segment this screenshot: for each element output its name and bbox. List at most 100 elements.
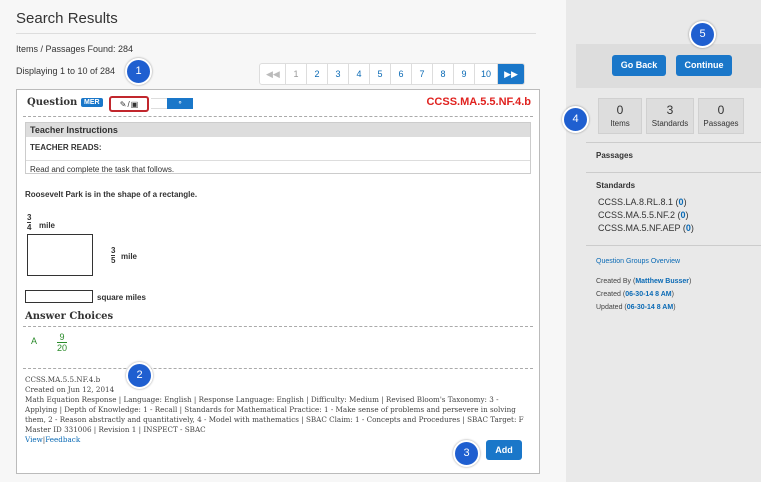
meta-details: Math Equation Response | Language: Engli… bbox=[25, 395, 524, 424]
fraction-height: 3 5 bbox=[111, 246, 116, 265]
page-2-button[interactable]: 2 bbox=[307, 64, 328, 84]
go-back-button[interactable]: Go Back bbox=[612, 55, 666, 76]
answer-unit: square miles bbox=[97, 293, 146, 302]
callout-badge: 1 bbox=[125, 58, 152, 85]
view-link[interactable]: View bbox=[25, 435, 43, 444]
numerator: 9 bbox=[59, 332, 65, 342]
meta-code: CCSS.MA.5.5.NF.4.b bbox=[25, 375, 101, 384]
items-label: Items bbox=[610, 119, 630, 128]
standard-code: CCSS.MA.5.5.NF.2 bbox=[598, 210, 676, 220]
created-by: Created By (Matthew Busser) bbox=[596, 278, 692, 285]
created-by-label: Created By bbox=[596, 278, 632, 285]
continue-button[interactable]: Continue bbox=[676, 55, 732, 76]
standard-item[interactable]: CCSS.MA.5.5.NF.2 (0) bbox=[598, 210, 689, 220]
standard-count[interactable]: 0 bbox=[681, 210, 686, 220]
first-page-button[interactable]: ◀◀ bbox=[260, 64, 286, 84]
page-6-button[interactable]: 6 bbox=[391, 64, 412, 84]
page-9-button[interactable]: 9 bbox=[454, 64, 475, 84]
standard-code: CCSS.MA.5.5.NF.4.b bbox=[426, 96, 531, 108]
question-card: Question MER ✎ / ▣ ⚬ CCSS.MA.5.5.NF.4.b … bbox=[16, 89, 540, 474]
page-1-button[interactable]: 1 bbox=[286, 64, 307, 84]
question-stem: Roosevelt Park is in the shape of a rect… bbox=[25, 190, 198, 199]
denominator: 20 bbox=[57, 342, 68, 353]
meta-master: Master ID 331006 | Revision 1 | INSPECT … bbox=[25, 425, 206, 434]
unlock-icon[interactable]: ⚬ bbox=[167, 98, 193, 109]
denominator: 5 bbox=[111, 255, 116, 265]
updated-label: Updated bbox=[596, 304, 623, 311]
page-5-button[interactable]: 5 bbox=[370, 64, 391, 84]
pagination: ◀◀ 1 2 3 4 5 6 7 8 9 10 ▶▶ bbox=[259, 63, 526, 85]
standard-code: CCSS.MA.5.NF.AEP bbox=[598, 223, 681, 233]
items-stat: 0 Items bbox=[598, 98, 642, 134]
park-rectangle bbox=[27, 234, 93, 276]
teacher-reads-label: TEACHER READS: bbox=[30, 143, 102, 152]
standard-code: CCSS.LA.8.RL.8.1 bbox=[598, 197, 674, 207]
sidebar: Go Back Continue 0 Items 3 Standards 0 P… bbox=[566, 0, 761, 482]
created-label: Created bbox=[596, 291, 621, 298]
main-panel: Search Results Items / Passages Found: 2… bbox=[0, 0, 566, 482]
callout-badge: 3 bbox=[453, 440, 480, 467]
unit-label: mile bbox=[121, 252, 138, 261]
divider bbox=[16, 33, 536, 34]
answer-choices-heading: Answer Choices bbox=[25, 311, 114, 322]
standards-count: 3 bbox=[666, 103, 674, 117]
answer-input[interactable] bbox=[25, 290, 93, 303]
passages-count: 0 bbox=[717, 103, 725, 117]
last-page-button[interactable]: ▶▶ bbox=[498, 64, 525, 84]
callout-badge: 2 bbox=[126, 362, 153, 389]
teacher-instructions-text: Read and complete the task that follows. bbox=[30, 165, 175, 174]
standards-label: Standards bbox=[651, 119, 689, 128]
standard-item[interactable]: CCSS.MA.5.NF.AEP (0) bbox=[598, 223, 694, 233]
created-by-link[interactable]: Matthew Busser bbox=[635, 278, 689, 285]
divider bbox=[586, 245, 761, 246]
standard-count[interactable]: 0 bbox=[686, 223, 691, 233]
teacher-instructions: Teacher Instructions TEACHER READS: Read… bbox=[25, 122, 531, 174]
pencil-icon[interactable]: ✎ bbox=[120, 100, 127, 109]
teacher-instructions-heading: Teacher Instructions bbox=[26, 123, 530, 137]
feedback-link[interactable]: Feedback bbox=[45, 435, 80, 444]
updated-date: Updated (06-30-14 8 AM) bbox=[596, 304, 676, 311]
fraction-width: 3 4 bbox=[27, 213, 32, 232]
choice-value: 9 20 bbox=[57, 332, 68, 353]
found-count: Items / Passages Found: 284 bbox=[16, 44, 134, 54]
updated-value: 06-30-14 8 AM bbox=[626, 304, 674, 311]
items-count: 0 bbox=[616, 103, 624, 117]
page-10-button[interactable]: 10 bbox=[475, 64, 499, 84]
divider bbox=[586, 142, 761, 143]
question-groups-link[interactable]: Question Groups Overview bbox=[596, 258, 680, 265]
page-3-button[interactable]: 3 bbox=[328, 64, 349, 84]
page-title: Search Results bbox=[16, 10, 118, 27]
displaying-range: Displaying 1 to 10 of 284 bbox=[16, 66, 116, 76]
tool-separator: / bbox=[127, 99, 130, 109]
meta-created: Created on Jun 12, 2014 bbox=[25, 385, 115, 394]
divider bbox=[23, 326, 533, 327]
choice-letter: A bbox=[31, 336, 38, 346]
sidebar-actions bbox=[576, 44, 761, 88]
unit-label: mile bbox=[39, 221, 56, 230]
divider bbox=[586, 172, 761, 173]
standard-item[interactable]: CCSS.LA.8.RL.8.1 (0) bbox=[598, 197, 687, 207]
add-button[interactable]: Add bbox=[486, 440, 522, 460]
standards-heading: Standards bbox=[596, 181, 636, 190]
mer-badge[interactable]: MER bbox=[81, 98, 103, 107]
page-7-button[interactable]: 7 bbox=[412, 64, 433, 84]
passages-stat: 0 Passages bbox=[698, 98, 744, 134]
page-8-button[interactable]: 8 bbox=[433, 64, 454, 84]
question-heading: Question bbox=[27, 97, 78, 108]
standards-stat: 3 Standards bbox=[646, 98, 694, 134]
created-value: 06-30-14 8 AM bbox=[625, 291, 672, 298]
callout-badge: 5 bbox=[689, 21, 716, 48]
created-date: Created (06-30-14 8 AM) bbox=[596, 291, 674, 298]
divider bbox=[23, 368, 533, 369]
passages-label: Passages bbox=[703, 119, 739, 128]
numerator: 3 bbox=[27, 213, 32, 222]
divider bbox=[23, 116, 533, 117]
standard-count[interactable]: 0 bbox=[679, 197, 684, 207]
monitor-icon[interactable]: ▣ bbox=[131, 100, 139, 109]
denominator: 4 bbox=[27, 222, 32, 232]
numerator: 3 bbox=[111, 246, 116, 255]
page-4-button[interactable]: 4 bbox=[349, 64, 370, 84]
item-metadata: CCSS.MA.5.5.NF.4.b Created on Jun 12, 20… bbox=[25, 375, 533, 445]
view-tools[interactable]: ✎ / ▣ bbox=[109, 96, 149, 112]
passages-heading: Passages bbox=[596, 151, 633, 160]
